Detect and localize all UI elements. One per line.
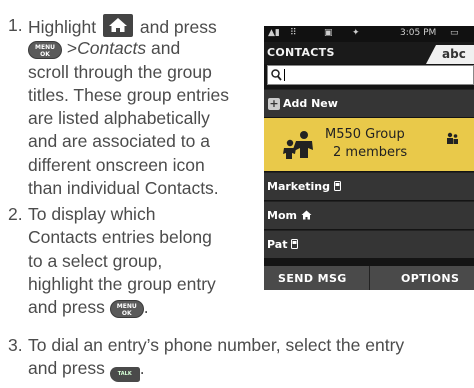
group-badge-icon xyxy=(447,132,458,144)
step-text: . xyxy=(143,297,149,318)
step-1: 1. Highlight and press MENU OK >Contacts… xyxy=(8,14,260,198)
step-line: different onscreen icon xyxy=(28,154,205,175)
step-text: and xyxy=(146,38,181,59)
group-item-highlighted[interactable]: M550 Group 2 members xyxy=(264,118,474,171)
step-2: 2. To display which Contacts entries bel… xyxy=(8,203,260,323)
step-line: To display which xyxy=(28,204,156,224)
contact-item[interactable]: Pat xyxy=(264,230,474,258)
step-text: . xyxy=(139,358,145,379)
screen-title: CONTACTS xyxy=(267,46,335,59)
contacts-menu-label: Contacts xyxy=(77,38,147,59)
plus-icon: + xyxy=(268,97,280,110)
step-line: MENU OK >Contacts and xyxy=(28,37,229,60)
step-line: highlight the group entry xyxy=(28,273,216,294)
step-line: To dial an entry’s phone number, select … xyxy=(28,335,405,355)
step-text: and press xyxy=(139,17,217,37)
step-3: 3. To dial an entry’s phone number, sele… xyxy=(8,334,474,384)
menu-ok-key-icon: MENU OK xyxy=(28,41,62,60)
step-line: Contacts entries belong xyxy=(28,227,212,248)
step-text: > xyxy=(62,38,78,59)
step-line: and are associated to a xyxy=(28,131,210,152)
battery-icon: ▭ xyxy=(450,28,459,38)
phone-icon xyxy=(334,181,342,191)
talk-key-icon: TALK xyxy=(109,367,140,383)
step-body: Highlight and press MENU OK >Contacts an… xyxy=(28,14,229,200)
house-icon xyxy=(301,210,312,220)
screen-title-bar: CONTACTS abc xyxy=(264,42,474,64)
step-text: and press xyxy=(28,358,105,379)
contact-name: Mom xyxy=(267,209,297,222)
step-body: To dial an entry’s phone number, select … xyxy=(28,334,405,383)
step-text: Highlight xyxy=(28,17,97,37)
step-text: and press xyxy=(28,297,105,318)
step-line: Highlight and press xyxy=(28,14,229,37)
location-icon: ✦ xyxy=(352,28,360,38)
step-line: and press TALK. xyxy=(28,357,404,383)
data-icon: ⠿ xyxy=(290,28,297,38)
step-line: to a select group, xyxy=(28,250,163,271)
text-caret xyxy=(284,69,285,81)
step-line: than individual Contacts. xyxy=(28,178,219,199)
add-new-label: Add New xyxy=(283,97,338,110)
add-new-item[interactable]: + Add New xyxy=(264,89,474,117)
contact-name: Marketing xyxy=(267,180,331,193)
phone-screen: ▲▮ ⠿ ▣ ✦ 3:05 PM ▭ CONTACTS abc + Add Ne… xyxy=(264,26,474,290)
group-name: M550 Group xyxy=(325,127,405,142)
step-line: and press MENU OK . xyxy=(28,296,216,319)
status-bar: ▲▮ ⠿ ▣ ✦ 3:05 PM ▭ xyxy=(264,26,474,42)
softkey-divider xyxy=(369,266,370,290)
input-mode-tab[interactable]: abc xyxy=(426,45,474,64)
group-icon xyxy=(283,131,313,159)
contact-name: Pat xyxy=(267,238,288,251)
signal-icon: ▲▮ xyxy=(268,28,280,38)
search-input[interactable] xyxy=(267,65,474,85)
step-line: scroll through the group xyxy=(28,61,212,82)
status-time: 3:05 PM xyxy=(400,28,437,38)
phone-icon xyxy=(291,239,299,249)
group-members: 2 members xyxy=(333,145,408,160)
step-number: 2. xyxy=(8,204,23,224)
options-softkey[interactable]: OPTIONS xyxy=(401,272,459,285)
contact-item[interactable]: Mom xyxy=(264,201,474,229)
home-key-icon xyxy=(102,14,133,37)
step-line: are listed alphabetically xyxy=(28,108,210,129)
contact-item[interactable]: Marketing xyxy=(264,172,474,200)
step-number: 1. xyxy=(8,15,23,35)
search-icon xyxy=(271,69,282,81)
send-msg-softkey[interactable]: SEND MSG xyxy=(278,272,347,285)
step-number: 3. xyxy=(8,335,23,355)
softkey-bar: SEND MSG OPTIONS xyxy=(264,266,474,290)
menu-ok-key-icon: MENU OK xyxy=(109,300,144,319)
step-line: titles. These group entries xyxy=(28,84,230,105)
step-body: To display which Contacts entries belong… xyxy=(28,203,216,319)
device-icon: ▣ xyxy=(324,28,333,38)
